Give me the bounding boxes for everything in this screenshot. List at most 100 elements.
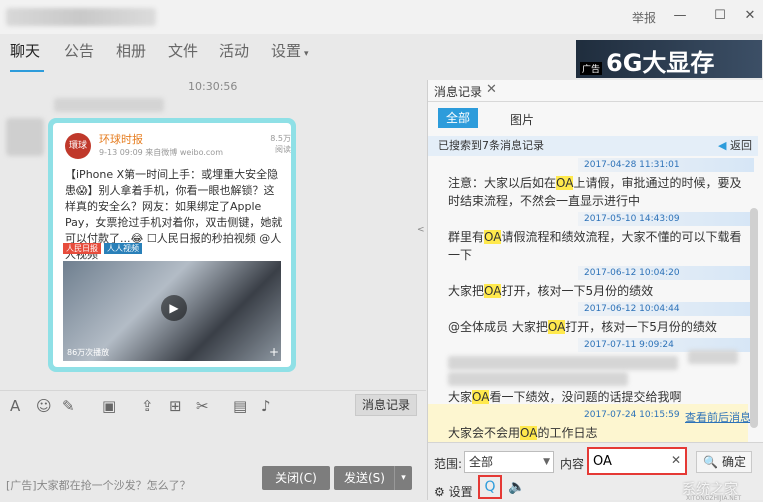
record-timestamp: 2017-05-10 14:43:09 (578, 212, 754, 226)
upload-icon[interactable]: ⇪ (141, 397, 154, 415)
range-select[interactable]: 全部 ▼ (464, 451, 554, 473)
history-settings-button[interactable]: ⚙ 设置 (434, 483, 473, 500)
ad-line[interactable]: [广告]大家都在抢一个沙发？怎么了？ (6, 477, 191, 493)
magic-emoji-icon[interactable]: ✎ (62, 397, 75, 415)
tab-album[interactable]: 相册 (116, 40, 146, 61)
history-tabbar: 消息记录 ✕ (428, 80, 763, 102)
search-toggle-icon[interactable]: Q (478, 475, 502, 499)
report-link[interactable]: 举报 (632, 9, 656, 26)
play-icon[interactable]: ▶ (161, 295, 187, 321)
search-input[interactable] (593, 450, 663, 472)
keyword-highlight: OA (484, 230, 502, 244)
emoji-icon[interactable]: ☺ (36, 397, 52, 415)
collapse-panel-icon[interactable]: < (417, 225, 425, 235)
text-before: @全体成员 大家把 (448, 320, 548, 334)
ad-banner[interactable]: 广告 6G大显存 (576, 40, 762, 78)
video-tags: 人民日报 人人视频 (63, 243, 145, 254)
history-scrollbar[interactable] (750, 208, 758, 428)
keyword-highlight: OA (472, 390, 490, 404)
video-thumbnail[interactable]: ▶ 86万次播放 + (63, 261, 281, 361)
font-icon[interactable]: A (10, 397, 20, 415)
sender-name-blurred (54, 98, 164, 112)
record-text: @全体成员 大家把OA打开，核对一下5月份的绩效 (448, 318, 744, 336)
blurred-message (448, 372, 628, 386)
send-button[interactable]: 发送(S) ▾ (334, 466, 412, 490)
ad-tag: 广告 (580, 62, 603, 75)
text-after: 看一下绩效，没问题的话提交给我啊 (489, 390, 682, 404)
keyword-highlight: OA (520, 426, 538, 440)
screen-share-icon[interactable]: ▤ (233, 397, 247, 415)
record-text: 群里有OA请假流程和绩效流程，大家不懂的可以下载看一下 (448, 228, 744, 264)
text-before: 注意：大家以后如在 (448, 176, 557, 190)
message-time: 10:30:56 (188, 80, 238, 93)
close-button[interactable]: 关闭(C) (262, 466, 330, 490)
record-text: 注意：大家以后如在OA上请假，审批通过的时候，要及时结束流程，不然会一直显示进行… (448, 174, 744, 210)
clear-icon[interactable]: ✕ (671, 453, 681, 467)
view-count: 86万次播放 (67, 348, 110, 357)
post-meta: 9-13 09:09 来自微博 weibo.com (99, 148, 223, 157)
record-timestamp: 2017-04-28 11:31:01 (578, 158, 754, 172)
speaker-icon[interactable]: 🔈 (508, 479, 525, 495)
record-time: 2017-05-10 14:43:09 (584, 214, 680, 224)
expand-icon[interactable]: + (269, 345, 279, 359)
history-tab-title[interactable]: 消息记录 (434, 83, 482, 100)
message-input-area[interactable]: [广告]大家都在抢一个沙发？怎么了？ 关闭(C) 发送(S) ▾ (0, 418, 426, 500)
blurred-message (688, 350, 738, 364)
tab-activity[interactable]: 活动 (219, 40, 249, 61)
avatar[interactable] (6, 118, 44, 156)
watermark-subtext: XITONGZHIJIA.NET (686, 495, 742, 502)
tab-settings[interactable]: 设置 ▾ (271, 40, 309, 61)
keyword-highlight: OA (556, 176, 574, 190)
history-search-bar: 范围: 全部 ▼ 内容 ✕ 🔍确定 ⚙ 设置 Q 🔈 系统之家 XITONGZH… (428, 442, 763, 502)
title-bar: 举报 — ☐ ✕ (0, 0, 763, 34)
close-icon[interactable]: ✕ (740, 6, 760, 26)
confirm-label: 确定 (721, 455, 746, 469)
message-history-button[interactable]: 消息记录 (355, 394, 417, 416)
send-options-chevron-icon[interactable]: ▾ (394, 466, 412, 490)
maximize-icon[interactable]: ☐ (710, 6, 730, 26)
filter-pictures[interactable]: 图片 (510, 111, 534, 128)
text-after: 打开，核对一下5月份的绩效 (565, 320, 717, 334)
content-label: 内容 (560, 457, 585, 471)
keyword-highlight: OA (484, 284, 502, 298)
record-text: 大家会不会用OA的工作日志 (448, 424, 744, 442)
text-before: 群里有 (448, 230, 485, 244)
gift-icon[interactable]: ⊞ (169, 397, 182, 415)
send-label: 发送(S) (344, 471, 385, 485)
record-text: 大家把OA打开，核对一下5月份的绩效 (448, 282, 744, 300)
settings-label: 设置 (448, 485, 473, 499)
group-title-blurred (6, 8, 156, 26)
tab-files[interactable]: 文件 (168, 40, 198, 61)
search-result-bar: 已搜索到7条消息记录 ◀ 返回 (428, 136, 758, 156)
keyword-highlight: OA (547, 320, 566, 334)
close-history-icon[interactable]: ✕ (486, 82, 497, 97)
music-icon[interactable]: ♪ (261, 397, 271, 415)
scissors-icon[interactable]: ✂ (196, 397, 209, 415)
history-filter: 全部 图片 (428, 106, 763, 130)
image-icon[interactable]: ▣ (102, 397, 116, 415)
shared-weibo-card[interactable]: 環球 环球时报 9-13 09:09 来自微博 weibo.com 8.5万 阅… (48, 118, 296, 372)
filter-all[interactable]: 全部 (438, 108, 478, 128)
chevron-down-icon: ▼ (543, 457, 550, 467)
search-input-box[interactable]: ✕ (587, 447, 687, 475)
gear-icon: ⚙ (434, 485, 445, 499)
record-timestamp: 2017-06-12 10:04:20 (578, 266, 754, 280)
range-value: 全部 (469, 455, 494, 469)
result-count: 已搜索到7条消息记录 (438, 139, 544, 152)
text-after: 打开，核对一下5月份的绩效 (501, 284, 654, 298)
back-button[interactable]: ◀ 返回 (718, 136, 752, 156)
chevron-down-icon: ▾ (304, 49, 309, 59)
minimize-icon[interactable]: — (670, 6, 690, 26)
range-label: 范围: (434, 457, 463, 471)
record-timestamp: 2017-07-24 10:15:59 (578, 408, 754, 422)
tab-announcement[interactable]: 公告 (64, 40, 94, 61)
record-time: 2017-06-12 10:04:44 (584, 304, 680, 314)
back-label: 返回 (730, 139, 752, 152)
confirm-search-button[interactable]: 🔍 确定 (696, 451, 752, 473)
ad-text: 6G大显存 (606, 49, 715, 77)
tab-chat[interactable]: 聊天 (10, 40, 40, 61)
blurred-message (448, 356, 678, 370)
text-before: 大家会不会用 (448, 426, 521, 440)
search-icon: 🔍 (703, 455, 718, 469)
tab-settings-label: 设置 (271, 42, 302, 60)
